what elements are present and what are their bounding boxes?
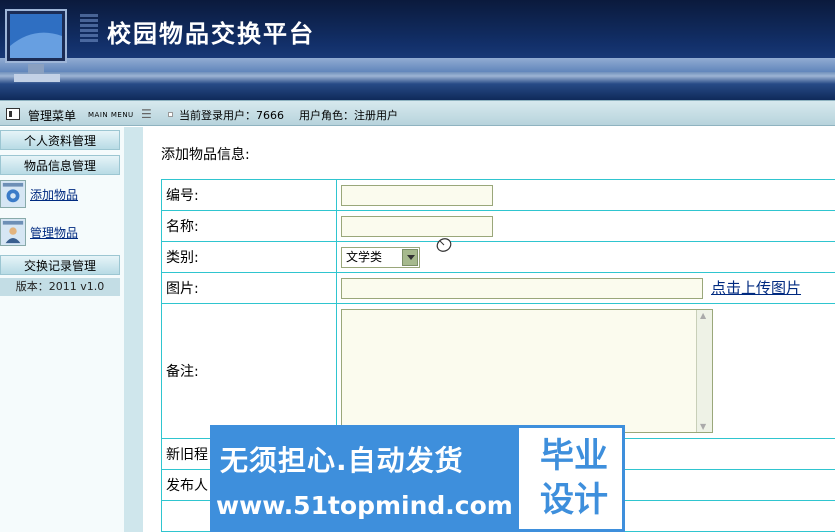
- menu-toggle-icon[interactable]: ☰: [141, 107, 152, 121]
- form-row-category: 类别: 文学类: [161, 241, 835, 273]
- watermark-badge-line1: 毕业: [540, 436, 608, 476]
- banner-stripe: [0, 58, 835, 72]
- sidebar-item-label[interactable]: 添加物品: [30, 186, 78, 203]
- watermark-overlay: 无须担心.自动发货 www.51topmind.com 毕业 设计: [210, 425, 625, 532]
- name-label: 名称:: [161, 210, 337, 242]
- sidebar-splitter[interactable]: [124, 127, 143, 532]
- status-bullet-icon: [168, 112, 173, 117]
- sidebar-item-label[interactable]: 管理物品: [30, 224, 78, 241]
- watermark-banner: 无须担心.自动发货 www.51topmind.com: [210, 425, 516, 532]
- image-path-input[interactable]: [341, 278, 703, 300]
- code-label: 编号:: [161, 179, 337, 211]
- code-input[interactable]: [341, 184, 493, 206]
- upload-image-link[interactable]: 点击上传图片: [711, 279, 801, 297]
- category-select[interactable]: 文学类: [341, 246, 420, 268]
- menu-subtitle: MAIN MENU: [88, 111, 134, 119]
- form-row-image: 图片: 点击上传图片: [161, 272, 835, 304]
- watermark-badge: 毕业 设计: [516, 425, 625, 532]
- form-row-remark: 备注:: [161, 303, 835, 439]
- sidebar-item-manage-items[interactable]: 管理物品: [0, 218, 120, 250]
- sidebar-panel: 个人资料管理 物品信息管理 添加物品 管理物品 交换记录管理 版本：2011 v…: [0, 127, 124, 532]
- menu-bar: 管理菜单 MAIN MENU ☰ 当前登录用户：7666 用户角色：注册用户: [0, 100, 835, 126]
- sidebar-item-items[interactable]: 物品信息管理: [0, 155, 120, 175]
- current-user-text: 当前登录用户：7666: [179, 109, 284, 122]
- sidebar-item-exchange[interactable]: 交换记录管理: [0, 255, 120, 275]
- banner-decoration: [80, 14, 98, 44]
- menu-icon: [6, 108, 20, 120]
- form-row-name: 名称:: [161, 210, 835, 242]
- sidebar-item-add-item[interactable]: 添加物品: [0, 180, 120, 212]
- sidebar-item-profile[interactable]: 个人资料管理: [0, 130, 120, 150]
- user-icon: [0, 218, 26, 246]
- monitor-icon: [5, 9, 67, 82]
- textarea-scrollbar[interactable]: [696, 310, 712, 432]
- name-input[interactable]: [341, 215, 493, 237]
- remark-label: 备注:: [161, 303, 337, 439]
- category-label: 类别:: [161, 241, 337, 273]
- category-select-value: 文学类: [346, 249, 383, 264]
- app-title: 校园物品交换平台: [107, 19, 315, 48]
- page-title: 添加物品信息:: [161, 147, 250, 163]
- user-role-text: 用户角色：注册用户: [299, 109, 398, 122]
- watermark-url: www.51topmind.com: [216, 491, 513, 520]
- header-banner: 校园物品交换平台: [0, 0, 835, 100]
- menu-title: 管理菜单: [28, 109, 77, 123]
- mouse-cursor-icon: [436, 238, 452, 252]
- gear-icon: [0, 180, 26, 208]
- watermark-badge-line2: 设计: [540, 480, 608, 520]
- form-row-code: 编号:: [161, 179, 835, 211]
- version-label: 版本：2011 v1.0: [0, 278, 120, 296]
- image-label: 图片:: [161, 272, 337, 304]
- chevron-down-icon[interactable]: [402, 248, 418, 266]
- remark-textarea[interactable]: [341, 309, 713, 433]
- watermark-slogan: 无须担心.自动发货: [220, 444, 464, 477]
- sidebar: 个人资料管理 物品信息管理 添加物品 管理物品 交换记录管理 版本：2011 v…: [0, 127, 143, 532]
